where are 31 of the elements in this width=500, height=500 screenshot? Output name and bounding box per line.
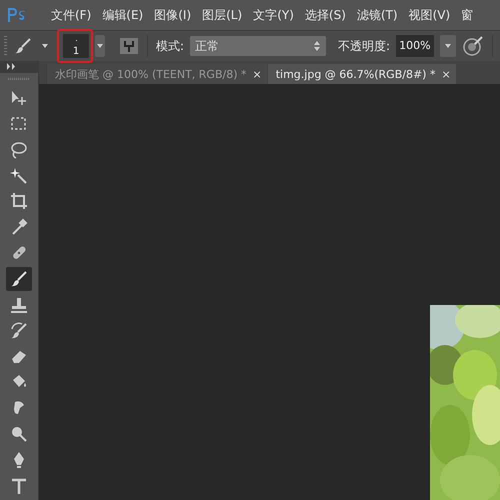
document-tab[interactable]: 水印画笔 @ 100% (TEENT, RGB/8) * × [47,64,267,84]
dropdown-button[interactable] [95,35,105,57]
caret-icon[interactable] [41,43,49,49]
opacity-label: 不透明度: [338,38,390,54]
app-logo [6,5,28,25]
caret-icon [444,43,452,49]
document-tab[interactable]: timg.jpg @ 66.7%(RGB/8#) * × [268,64,456,84]
menu-item[interactable]: 滤镜(T) [356,6,398,24]
opacity-field[interactable]: 100% [396,35,434,57]
brush-size-field[interactable]: 1 [63,34,89,58]
stepper-icon [313,40,322,52]
menu-item[interactable]: 文字(Y) [253,6,294,24]
brush-tool-icon[interactable] [6,267,32,291]
grip-icon [8,78,30,80]
dropdown-button[interactable] [440,35,456,57]
mode-select[interactable]: 正常 [190,36,326,56]
airbrush-icon[interactable] [462,35,484,57]
close-button[interactable]: × [441,68,451,80]
panel-collapse-icon[interactable] [0,61,38,73]
mode-label: 模式: [156,38,184,54]
brush-icon[interactable] [13,36,33,56]
grip-icon [4,36,7,56]
menu-item[interactable]: 图像(I) [154,6,192,24]
menu-item[interactable]: 窗 [461,6,474,24]
menu-item[interactable]: 视图(V) [408,6,450,24]
menu-item[interactable]: 选择(S) [304,6,346,24]
menu-item[interactable]: 文件(F) [51,6,92,24]
caret-icon [96,43,104,49]
menu-item[interactable]: 编辑(E) [102,6,144,24]
close-button[interactable]: × [252,68,262,80]
menu-item[interactable]: 图层(L) [202,6,242,24]
